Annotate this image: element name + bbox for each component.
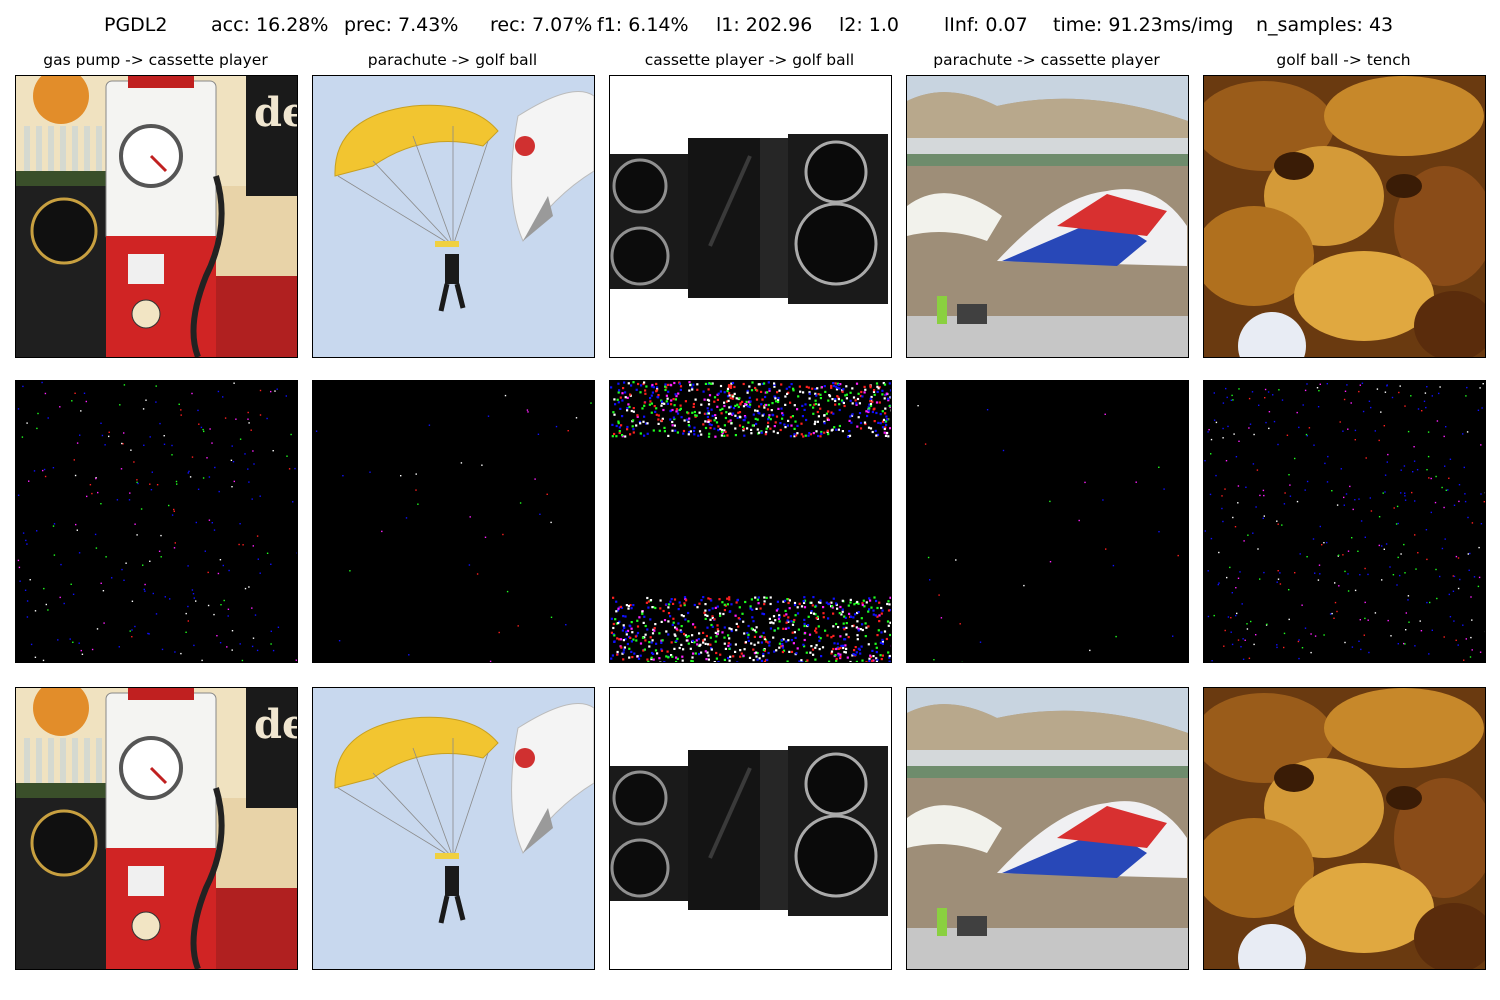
method-name: PGDL2 [104,14,168,36]
perturbation-map-airfield [906,380,1189,663]
metric-linf: lInf: 0.07 [944,14,1028,36]
column-title-5: golf ball -> tench [1276,51,1411,69]
metric-n-samples: n_samples: 43 [1256,14,1394,36]
metric-recall: rec: 7.07% [490,14,593,36]
svg-text:de: de [254,701,297,748]
adversarial-image-stereo [609,687,892,970]
metric-l1: l1: 202.96 [716,14,813,36]
metric-f1: f1: 6.14% [597,14,689,36]
adversarial-image-parachute [312,687,595,970]
column-title-1: gas pump -> cassette player [43,51,268,69]
column-title-4: parachute -> cassette player [933,51,1160,69]
original-image-gas-pump: de [15,75,298,358]
metric-l2: l2: 1.0 [839,14,900,36]
svg-text:de: de [254,89,297,136]
perturbation-map-gas-pump [15,380,298,663]
perturbation-map-autumn-leaves [1203,380,1486,663]
original-image-airfield [906,75,1189,358]
metric-precision: prec: 7.43% [344,14,459,36]
metrics-header: PGDL2 acc: 16.28% prec: 7.43% rec: 7.07%… [0,14,1500,44]
perturbation-map-parachute [312,380,595,663]
adversarial-image-gas-pump: de [15,687,298,970]
column-title-2: parachute -> golf ball [367,51,538,69]
metric-accuracy: acc: 16.28% [211,14,329,36]
adversarial-image-autumn-leaves [1203,687,1486,970]
original-image-parachute [312,75,595,358]
original-image-autumn-leaves [1203,75,1486,358]
perturbation-map-stereo [609,380,892,663]
original-image-stereo [609,75,892,358]
adversarial-image-airfield [906,687,1189,970]
column-title-3: cassette player -> golf ball [644,51,855,69]
metric-time: time: 91.23ms/img [1053,14,1234,36]
